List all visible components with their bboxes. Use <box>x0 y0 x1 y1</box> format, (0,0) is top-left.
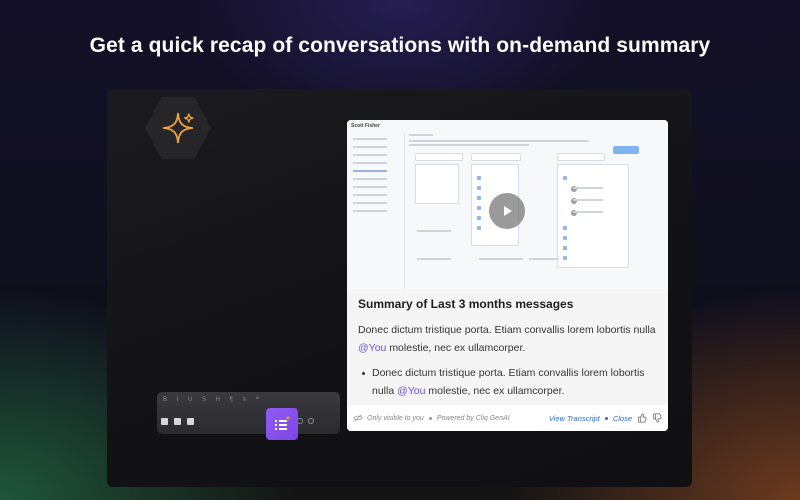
summary-bullets: Donec dictum tristique porta. Etiam conv… <box>358 364 657 400</box>
video-preview[interactable]: Scott Fisher <box>347 120 668 289</box>
screen-icon[interactable] <box>187 418 194 425</box>
headline: Get a quick recap of conversations with … <box>89 34 711 57</box>
summary-card: Scott Fisher Summary of Last 3 months me… <box>347 120 668 431</box>
close-link[interactable]: Close <box>613 414 632 423</box>
composer-right-actions[interactable] <box>297 418 314 424</box>
message-composer[interactable]: B I U S H ¶ ≡ ❝ <box>157 392 340 434</box>
summary-footer: Only visible to you Powered by Cliq GenA… <box>347 405 668 431</box>
eye-off-icon <box>353 414 363 422</box>
summary-title: Summary of Last 3 months messages <box>358 297 574 311</box>
preview-main <box>409 130 668 289</box>
preview-sidebar <box>347 132 405 289</box>
view-transcript-link[interactable]: View Transcript <box>549 414 600 423</box>
mic-icon[interactable] <box>174 418 181 425</box>
play-button[interactable] <box>489 193 525 229</box>
mention-link[interactable]: @You <box>397 385 425 397</box>
sparkle-icon <box>162 112 194 144</box>
formatting-toolbar[interactable]: B I U S H ¶ ≡ ❝ <box>163 396 263 403</box>
composer-actions[interactable] <box>161 418 194 425</box>
mention-icon[interactable] <box>308 418 314 424</box>
attachment-icon[interactable] <box>161 418 168 425</box>
powered-by-note: Powered by Cliq GenAI <box>436 414 510 422</box>
play-icon <box>504 206 512 216</box>
summary-paragraph: Donec dictum tristique porta. Etiam conv… <box>358 324 656 354</box>
list-item: Donec dictum tristique porta. Etiam conv… <box>358 364 657 400</box>
preview-app-title: Scott Fisher <box>351 123 380 129</box>
summary-body: Summary of Last 3 months messages Donec … <box>347 289 668 405</box>
mention-link[interactable]: @You <box>358 342 386 354</box>
thumbs-up-icon[interactable] <box>637 413 647 423</box>
visibility-note: Only visible to you <box>367 414 424 422</box>
summary-list-icon <box>275 415 291 430</box>
thumbs-down-icon[interactable] <box>652 413 662 423</box>
summary-button[interactable] <box>266 408 298 440</box>
